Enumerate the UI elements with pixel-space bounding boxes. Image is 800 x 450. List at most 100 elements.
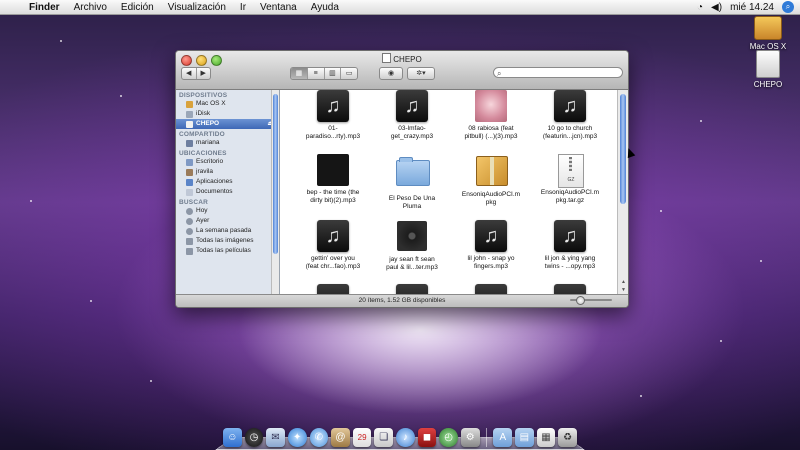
slider-knob[interactable] — [576, 296, 585, 305]
content-scrollbar[interactable]: ▲ ▼ — [617, 90, 628, 295]
sidebar-item-hoy[interactable]: Hoy — [176, 206, 279, 216]
address-book-icon[interactable]: @ — [331, 428, 350, 447]
sidebar-item-todas-peliculas[interactable]: Todas las películas — [176, 246, 279, 256]
icon-view-button[interactable]: ▦ — [291, 68, 308, 79]
scroll-down-icon[interactable]: ▼ — [621, 287, 626, 293]
sidebar-item-documentos[interactable]: Documentos — [176, 187, 279, 197]
menu-ir[interactable]: Ir — [233, 2, 253, 13]
sidebar-item-ayer[interactable]: Ayer — [176, 216, 279, 226]
file-item[interactable]: ♫ lil john - snap yo fingers.mp3 — [452, 220, 530, 271]
menu-bar: Finder Archivo Edición Visualización Ir … — [0, 0, 800, 15]
file-name-line: EnsoniqAudioPCI.m — [540, 189, 600, 196]
action-menu-button[interactable]: ✲▾ — [407, 67, 435, 80]
music-file-icon: ♫ — [554, 90, 586, 122]
window-title: CHEPO — [176, 53, 628, 64]
sidebar-item-label: iDisk — [196, 110, 211, 117]
file-item[interactable]: ♫ 01- paradiso...rty).mp3 — [294, 90, 372, 141]
menu-archivo[interactable]: Archivo — [67, 2, 114, 13]
list-view-button[interactable]: ≡ — [308, 68, 325, 79]
preview-icon[interactable]: ❏ — [374, 428, 394, 447]
column-view-button[interactable]: ▥ — [325, 68, 342, 79]
hard-drive-icon — [186, 100, 193, 108]
documents-folder-icon[interactable]: ▤ — [515, 428, 534, 447]
file-item[interactable]: bep - the time (the dirty bit)(2).mp3 — [294, 154, 372, 205]
menu-extras: ◔ ◀) mié 14.24 ⌕ — [697, 1, 800, 13]
file-item[interactable]: 08 rabiosa (feat pitbull) (...)(3).mp3 — [452, 90, 530, 141]
forward-button[interactable]: ▶ — [197, 68, 211, 79]
safari-icon[interactable]: ✦ — [287, 428, 307, 447]
clock[interactable]: mié 14.24 — [730, 2, 774, 13]
sidebar-item-mariana[interactable]: mariana — [176, 138, 279, 148]
sidebar-item-mac-os-x[interactable]: Mac OS X — [176, 99, 279, 109]
sidebar-item-label: Todas las imágenes — [196, 237, 254, 244]
itunes-icon[interactable]: ♪ — [396, 428, 415, 447]
dock: ☺ ◷ ✉ ✦ ✆ @ 29 ❏ ♪ ◼ ◴ ⚙ A ▤ ▦ ♻ — [215, 420, 585, 450]
folder-icon — [396, 157, 430, 186]
icon-size-slider[interactable] — [570, 296, 612, 305]
photo-booth-icon[interactable]: ◼ — [417, 428, 437, 447]
sidebar-item-escritorio[interactable]: Escritorio — [176, 157, 279, 167]
file-item[interactable]: ♫ lil jon & ying yang twins - ...opy.mp3 — [531, 220, 609, 271]
sidebar-item-idisk[interactable]: iDisk — [176, 109, 279, 119]
volume-icon[interactable]: ◀) — [711, 2, 722, 13]
quick-look-button[interactable]: ◉ — [379, 67, 403, 80]
mail-icon[interactable]: ✉ — [266, 428, 285, 447]
desktop-icon-chepo[interactable]: CHEPO — [738, 50, 798, 89]
sidebar-item-jravila[interactable]: jravila — [176, 167, 279, 177]
sidebar-section-header: COMPARTIDO — [179, 131, 225, 138]
file-item[interactable]: ♫ 03-lmfao- get_crazy.mp3 — [373, 90, 451, 141]
file-name-line: EnsoniqAudioPCI.m — [461, 191, 521, 198]
file-item[interactable]: El Peso De Una Pluma — [373, 154, 451, 211]
sidebar-item-chepo[interactable]: CHEPO⏏ — [176, 119, 279, 129]
scrollbar-thumb[interactable] — [273, 94, 278, 254]
music-file-icon: ♫ — [396, 90, 428, 122]
trash-icon[interactable]: ♻ — [558, 428, 577, 447]
finder-window: CHEPO ◀ ▶ ▦ ≡ ▥ ▭ ◉ ✲▾ ⌕ DISPOSITIVOS Ma… — [175, 50, 629, 308]
time-machine-icon[interactable]: ◴ — [439, 428, 458, 447]
window-titlebar[interactable]: CHEPO ◀ ▶ ▦ ≡ ▥ ▭ ◉ ✲▾ ⌕ — [176, 51, 628, 90]
file-grid: ♫ 01- paradiso...rty).mp3 ♫ 03-lmfao- ge… — [280, 90, 618, 295]
spotlight-icon[interactable]: ⌕ — [782, 1, 794, 13]
sidebar-item-label: Ayer — [196, 217, 210, 224]
downloads-stack-icon[interactable]: ▦ — [536, 428, 556, 447]
menu-edicion[interactable]: Edición — [114, 2, 161, 13]
sidebar-scrollbar[interactable] — [271, 90, 279, 295]
ichat-icon[interactable]: ✆ — [309, 428, 329, 447]
archive-icon: GZ — [558, 154, 584, 188]
music-file-icon: ♫ — [317, 90, 349, 122]
images-icon — [186, 237, 193, 245]
applications-icon — [186, 178, 193, 186]
back-button[interactable]: ◀ — [182, 68, 197, 79]
sidebar-item-todas-imagenes[interactable]: Todas las imágenes — [176, 236, 279, 246]
file-item[interactable]: EnsoniqAudioPCI.m pkg — [452, 154, 530, 207]
applications-folder-icon[interactable]: A — [493, 428, 513, 447]
clock-icon — [186, 207, 193, 215]
sidebar-item-label: Hoy — [196, 207, 208, 214]
sidebar-item-label: jravila — [196, 168, 213, 175]
scroll-up-icon[interactable]: ▲ — [621, 279, 626, 285]
search-input[interactable]: ⌕ — [493, 67, 623, 78]
finder-icon[interactable]: ☺ — [223, 428, 242, 447]
menu-app-finder[interactable]: Finder — [22, 2, 67, 13]
menu-visualizacion[interactable]: Visualización — [161, 2, 233, 13]
time-machine-icon[interactable]: ◔ — [697, 2, 703, 13]
package-icon — [476, 156, 508, 186]
sidebar-section-header: UBICACIONES — [179, 150, 227, 157]
ical-icon[interactable]: 29 — [352, 428, 372, 447]
file-item[interactable]: GZ EnsoniqAudioPCI.m pkg.tar.gz — [531, 154, 609, 205]
menu-ventana[interactable]: Ventana — [253, 2, 304, 13]
sidebar-item-label: Mac OS X — [196, 100, 226, 107]
sidebar-item-label: Aplicaciones — [196, 178, 233, 185]
coverflow-view-button[interactable]: ▭ — [341, 68, 357, 79]
file-name-line: pkg — [485, 199, 497, 206]
sidebar-item-aplicaciones[interactable]: Aplicaciones — [176, 177, 279, 187]
desktop-icon-mac-os-x[interactable]: Mac OS X — [738, 16, 798, 51]
file-item[interactable]: ♫ 10 go to church (featurin...jcn).mp3 — [531, 90, 609, 141]
dashboard-icon[interactable]: ◷ — [244, 428, 264, 447]
file-item[interactable]: jay sean ft sean paul & lil...ter.mp3 — [373, 220, 451, 272]
menu-ayuda[interactable]: Ayuda — [304, 2, 346, 13]
sidebar-item-semana-pasada[interactable]: La semana pasada — [176, 226, 279, 236]
system-preferences-icon[interactable]: ⚙ — [460, 428, 480, 447]
file-name-line: (featurin...jcn).mp3 — [542, 133, 598, 140]
file-item[interactable]: ♫ gettin' over you (feat chr...fao).mp3 — [294, 220, 372, 271]
